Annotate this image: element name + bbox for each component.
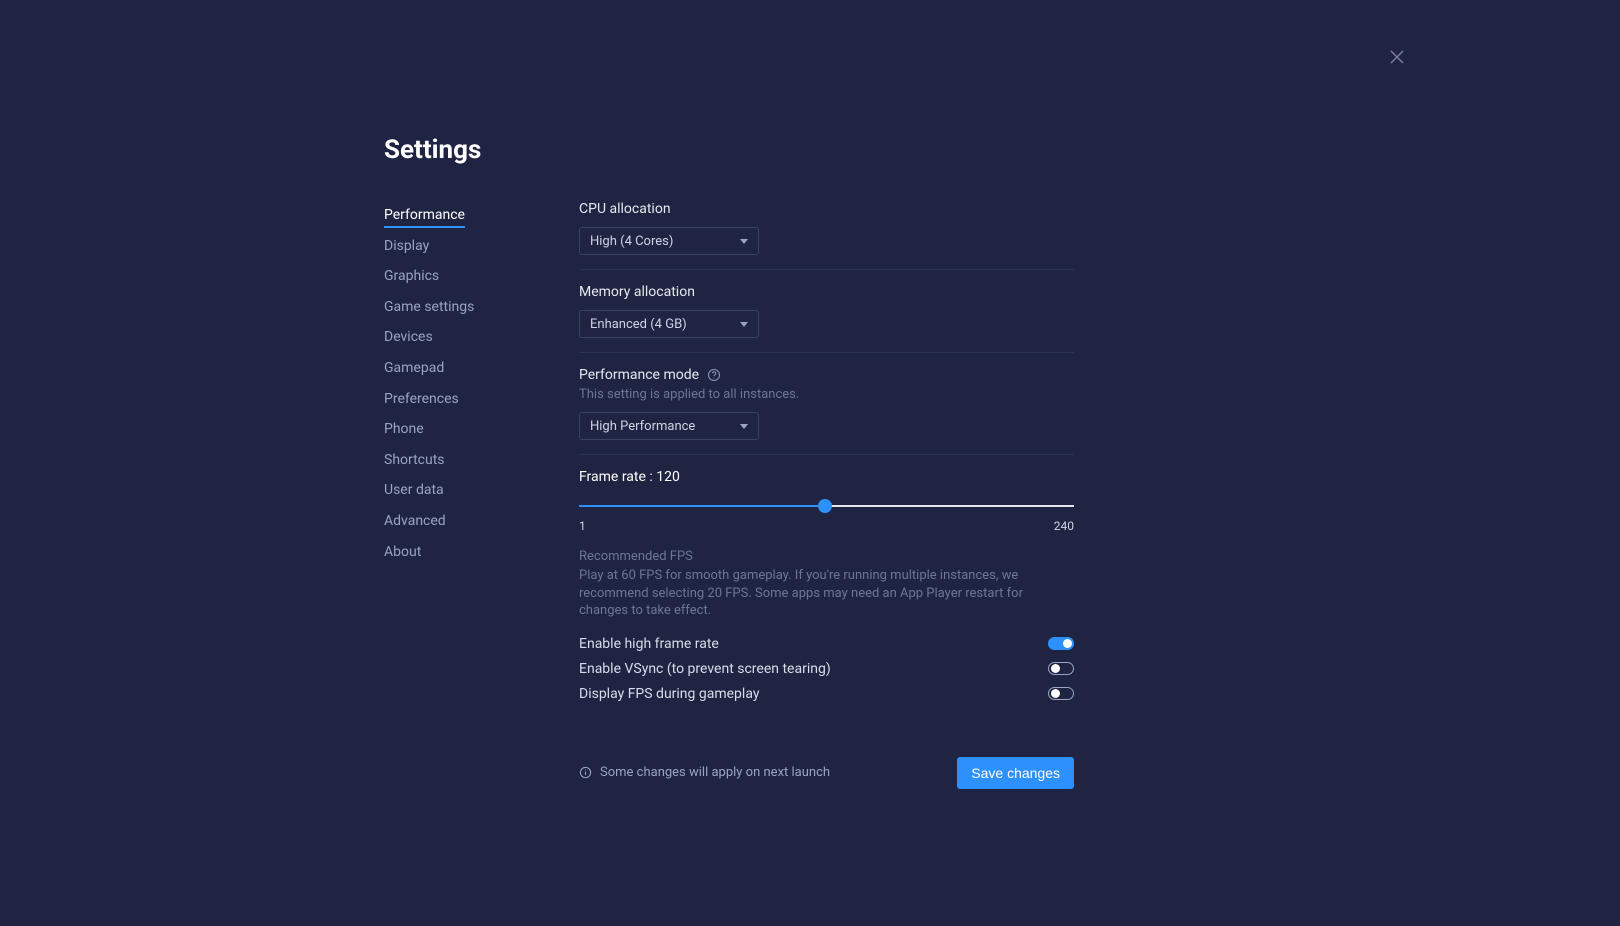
framerate-label: Frame rate : 120 xyxy=(579,469,1074,485)
sidebar-item-label: Shortcuts xyxy=(384,452,445,468)
sidebar-item-devices[interactable]: Devices xyxy=(384,323,579,351)
slider-min: 1 xyxy=(579,519,586,533)
enable-vsync-label: Enable VSync (to prevent screen tearing) xyxy=(579,661,831,677)
sidebar-item-preferences[interactable]: Preferences xyxy=(384,385,579,413)
cpu-allocation-label: CPU allocation xyxy=(579,201,1074,217)
sidebar-item-game-settings[interactable]: Game settings xyxy=(384,293,579,321)
performance-mode-sublabel: This setting is applied to all instances… xyxy=(579,387,1074,402)
apply-on-launch-notice: Some changes will apply on next launch xyxy=(579,765,830,780)
toggle-knob xyxy=(1063,639,1072,648)
cpu-allocation-select[interactable]: High (4 Cores) xyxy=(579,227,759,255)
caret-down-icon xyxy=(740,322,748,327)
sidebar-item-label: Devices xyxy=(384,329,433,345)
sidebar-item-user-data[interactable]: User data xyxy=(384,476,579,504)
recommended-fps-body: Play at 60 FPS for smooth gameplay. If y… xyxy=(579,567,1074,620)
enable-vsync-toggle[interactable] xyxy=(1048,662,1074,675)
display-fps-toggle[interactable] xyxy=(1048,687,1074,700)
close-button[interactable] xyxy=(1389,50,1405,66)
toggle-knob xyxy=(1051,664,1060,673)
save-changes-button[interactable]: Save changes xyxy=(957,757,1074,789)
sidebar-item-display[interactable]: Display xyxy=(384,232,579,260)
performance-mode-label: Performance mode xyxy=(579,367,1074,383)
settings-sidebar: Performance Display Graphics Game settings D… xyxy=(384,201,579,789)
sidebar-item-label: Game settings xyxy=(384,299,474,315)
framerate-value: 120 xyxy=(656,469,680,485)
select-value: High Performance xyxy=(590,419,695,434)
sidebar-item-shortcuts[interactable]: Shortcuts xyxy=(384,446,579,474)
framerate-label-prefix: Frame rate : xyxy=(579,469,656,485)
sidebar-item-label: Advanced xyxy=(384,513,446,529)
recommended-fps-title: Recommended FPS xyxy=(579,549,1074,564)
toggle-knob xyxy=(1051,689,1060,698)
sidebar-item-gamepad[interactable]: Gamepad xyxy=(384,354,579,382)
enable-high-framerate-toggle[interactable] xyxy=(1048,637,1074,650)
performance-mode-label-text: Performance mode xyxy=(579,367,699,383)
sidebar-item-label: Performance xyxy=(384,207,465,228)
display-fps-label: Display FPS during gameplay xyxy=(579,686,759,702)
slider-thumb[interactable] xyxy=(818,499,832,513)
slider-max: 240 xyxy=(1054,519,1074,533)
sidebar-item-label: About xyxy=(384,544,421,560)
sidebar-item-label: Display xyxy=(384,238,429,254)
sidebar-item-label: Phone xyxy=(384,421,424,437)
slider-fill xyxy=(579,505,825,507)
caret-down-icon xyxy=(740,239,748,244)
sidebar-item-about[interactable]: About xyxy=(384,538,579,566)
sidebar-item-label: User data xyxy=(384,482,444,498)
page-title: Settings xyxy=(384,135,1074,165)
framerate-slider[interactable] xyxy=(579,497,1074,515)
help-icon[interactable] xyxy=(707,368,721,382)
sidebar-item-phone[interactable]: Phone xyxy=(384,415,579,443)
sidebar-item-graphics[interactable]: Graphics xyxy=(384,262,579,290)
sidebar-item-label: Preferences xyxy=(384,391,459,407)
close-icon xyxy=(1390,49,1404,68)
sidebar-item-advanced[interactable]: Advanced xyxy=(384,507,579,535)
notice-text: Some changes will apply on next launch xyxy=(600,765,830,780)
performance-mode-select[interactable]: High Performance xyxy=(579,412,759,440)
sidebar-item-performance[interactable]: Performance xyxy=(384,201,579,229)
memory-allocation-select[interactable]: Enhanced (4 GB) xyxy=(579,310,759,338)
select-value: High (4 Cores) xyxy=(590,234,673,249)
sidebar-item-label: Graphics xyxy=(384,268,439,284)
sidebar-item-label: Gamepad xyxy=(384,360,444,376)
enable-high-framerate-label: Enable high frame rate xyxy=(579,636,719,652)
caret-down-icon xyxy=(740,424,748,429)
memory-allocation-label: Memory allocation xyxy=(579,284,1074,300)
select-value: Enhanced (4 GB) xyxy=(590,317,687,332)
info-icon xyxy=(579,766,592,779)
